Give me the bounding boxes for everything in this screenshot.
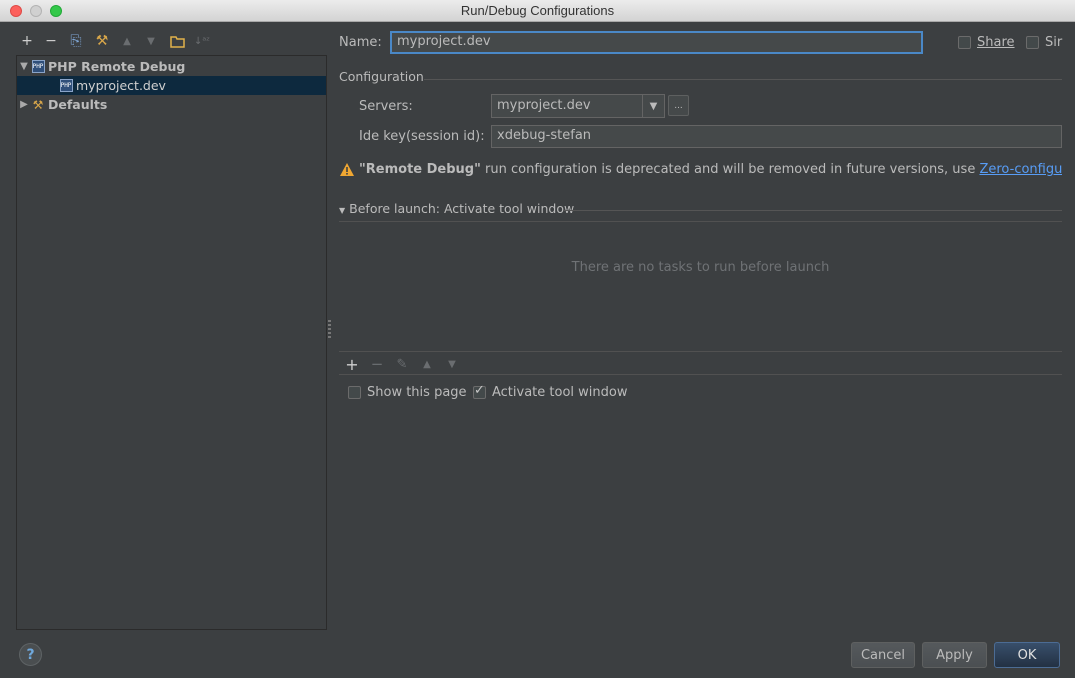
window-title: Run/Debug Configurations bbox=[460, 3, 615, 18]
servers-label: Servers: bbox=[359, 99, 413, 114]
minus-icon: − bbox=[45, 33, 57, 49]
share-label: Share bbox=[977, 35, 1015, 50]
tree-defaults-label: Defaults bbox=[48, 97, 108, 112]
before-launch-separator bbox=[563, 210, 1062, 211]
zero-configuration-link[interactable]: Zero-configuration bbox=[979, 162, 1062, 177]
name-label: Name: bbox=[339, 35, 382, 50]
before-launch-toolbar: + − ✎ ▲ ▼ bbox=[339, 351, 1062, 375]
copy-configuration-button[interactable]: ⎘ bbox=[65, 30, 87, 52]
remove-task-button[interactable]: − bbox=[367, 354, 387, 374]
activate-tool-window-label: Activate tool window bbox=[492, 385, 628, 400]
folder-icon bbox=[169, 35, 185, 48]
sort-icon: ↓ᵃᶻ bbox=[194, 35, 210, 47]
tree-item-label: myproject.dev bbox=[76, 78, 166, 93]
warning-icon bbox=[340, 163, 354, 176]
configuration-section-title: Configuration bbox=[339, 69, 424, 84]
edit-task-button[interactable]: ✎ bbox=[392, 354, 412, 374]
move-task-up-button[interactable]: ▲ bbox=[417, 354, 437, 374]
plus-icon: + bbox=[21, 33, 33, 49]
collapsed-arrow-icon[interactable]: ▶ bbox=[17, 99, 31, 110]
config-toolbar: + − ⎘ ⚒ ▲ ▼ ↓ᵃᶻ bbox=[16, 30, 326, 52]
move-task-down-button[interactable]: ▼ bbox=[442, 354, 462, 374]
copy-icon: ⎘ bbox=[70, 33, 82, 49]
servers-dropdown[interactable]: myproject.dev ▼ bbox=[491, 94, 665, 118]
move-down-icon: ▼ bbox=[448, 358, 456, 370]
sort-button[interactable]: ↓ᵃᶻ bbox=[191, 30, 213, 52]
ok-button[interactable]: OK bbox=[994, 642, 1060, 668]
move-up-icon: ▲ bbox=[123, 35, 131, 47]
panel-splitter[interactable] bbox=[328, 320, 331, 340]
collapse-arrow-icon[interactable]: ▼ bbox=[339, 206, 345, 215]
before-launch-task-list[interactable]: There are no tasks to run before launch bbox=[339, 221, 1062, 351]
move-down-button[interactable]: ▼ bbox=[140, 30, 162, 52]
activate-tool-window-checkbox[interactable] bbox=[473, 383, 486, 399]
show-this-page-label: Show this page bbox=[367, 385, 467, 400]
browse-servers-button[interactable]: ... bbox=[668, 95, 689, 116]
chevron-down-icon[interactable]: ▼ bbox=[642, 95, 664, 117]
move-down-icon: ▼ bbox=[147, 35, 155, 47]
expanded-arrow-icon[interactable]: ▼ bbox=[17, 61, 31, 72]
plus-icon: + bbox=[345, 354, 359, 374]
wrench-icon: ⚒ bbox=[95, 33, 109, 49]
configuration-separator bbox=[424, 79, 1062, 80]
tree-group-php-remote-debug[interactable]: ▼ PHP PHP Remote Debug bbox=[17, 57, 326, 76]
servers-selected-value: myproject.dev bbox=[497, 98, 591, 113]
minus-icon: − bbox=[370, 355, 384, 373]
move-up-button[interactable]: ▲ bbox=[116, 30, 138, 52]
cancel-button[interactable]: Cancel bbox=[851, 642, 915, 668]
add-configuration-button[interactable]: + bbox=[16, 30, 38, 52]
deprecation-warning: "Remote Debug" run configuration is depr… bbox=[359, 162, 1062, 177]
window-titlebar: Run/Debug Configurations bbox=[0, 0, 1075, 22]
share-checkbox[interactable] bbox=[958, 36, 971, 49]
name-input[interactable]: myproject.dev bbox=[390, 31, 923, 54]
tree-group-defaults[interactable]: ▶ ⚒ Defaults bbox=[17, 95, 326, 114]
wrench-icon: ⚒ bbox=[32, 97, 44, 112]
configuration-tree: ▼ PHP PHP Remote Debug PHP myproject.dev… bbox=[16, 55, 327, 630]
edit-defaults-button[interactable]: ⚒ bbox=[91, 30, 113, 52]
remove-configuration-button[interactable]: − bbox=[40, 30, 62, 52]
help-button[interactable]: ? bbox=[19, 643, 42, 666]
pencil-icon: ✎ bbox=[396, 356, 408, 372]
php-remote-debug-icon: PHP bbox=[31, 60, 45, 74]
create-folder-button[interactable] bbox=[166, 30, 188, 52]
add-task-button[interactable]: + bbox=[342, 354, 362, 374]
empty-tasks-message: There are no tasks to run before launch bbox=[571, 260, 830, 275]
move-up-icon: ▲ bbox=[423, 358, 431, 370]
ide-key-label: Ide key(session id): bbox=[359, 129, 485, 144]
single-instance-checkbox[interactable] bbox=[1026, 36, 1039, 49]
show-this-page-checkbox[interactable] bbox=[348, 386, 361, 399]
before-launch-header[interactable]: ▼ Before launch: Activate tool window bbox=[339, 201, 574, 216]
tree-item-myproject-dev[interactable]: PHP myproject.dev bbox=[17, 76, 326, 95]
single-instance-label: Sir bbox=[1045, 35, 1063, 50]
apply-button[interactable]: Apply bbox=[922, 642, 987, 668]
php-remote-debug-icon: PHP bbox=[59, 79, 73, 93]
tree-group-label: PHP Remote Debug bbox=[48, 59, 186, 74]
ide-key-input[interactable]: xdebug-stefan bbox=[491, 125, 1062, 148]
